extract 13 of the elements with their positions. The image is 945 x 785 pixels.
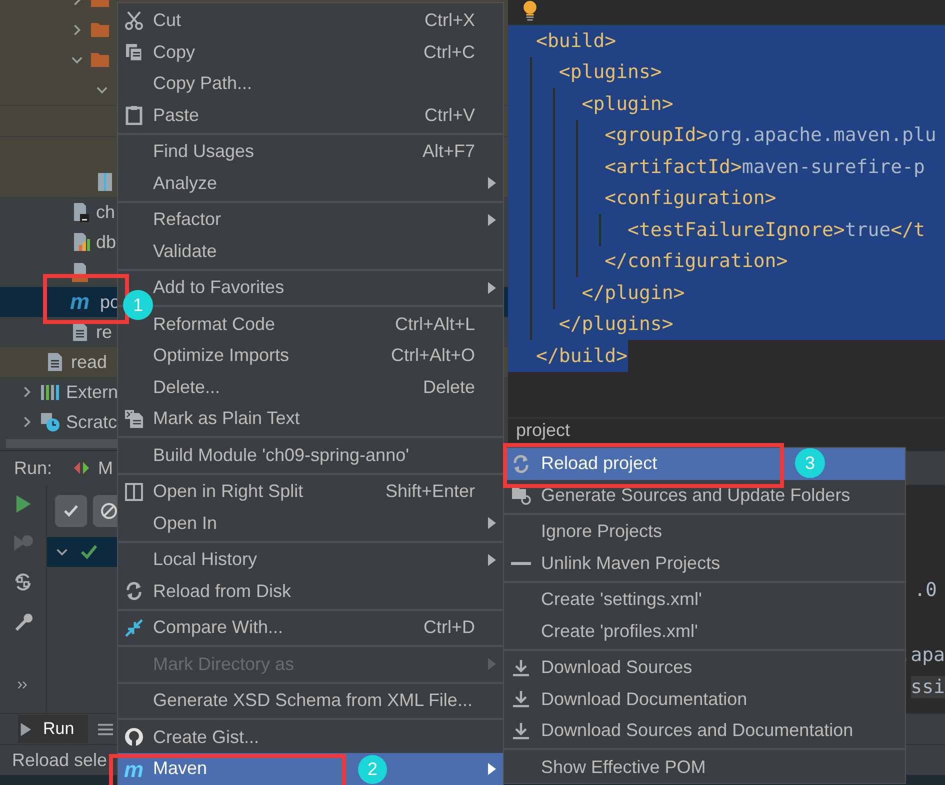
tree-item-label: db — [96, 232, 116, 252]
console-text: .0 — [914, 579, 937, 601]
maven-icon: m — [70, 291, 94, 313]
tree-item-label: re — [96, 322, 112, 342]
console-text: .apa — [899, 644, 945, 666]
run-panel-title: Run: — [14, 458, 52, 478]
status-text: Reload sele — [12, 750, 108, 770]
tree-item-label: Scratc — [66, 412, 118, 432]
tree-item-label: Extern — [66, 382, 118, 402]
console-text: ssi — [910, 676, 945, 698]
tree-item-label: ch — [96, 202, 116, 222]
tree-item-label: read — [71, 352, 108, 372]
maven-icon: m — [124, 758, 144, 779]
